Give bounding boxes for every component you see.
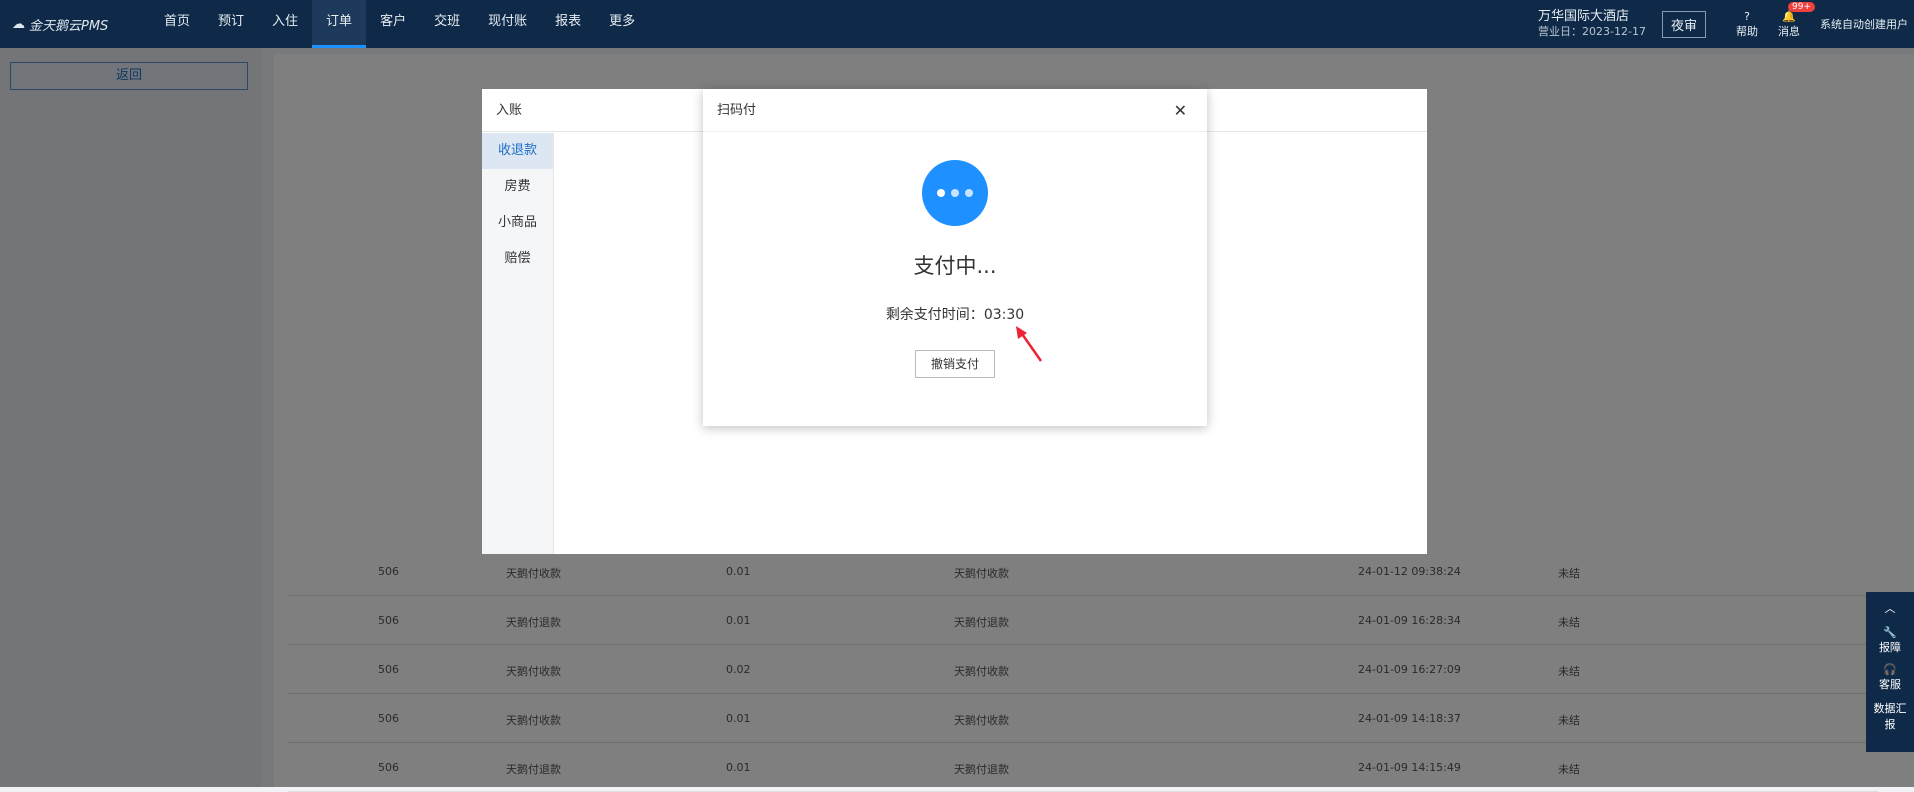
main-nav: 首页 预订 入住 订单 客户 交班 现付账 报表 更多 xyxy=(150,0,649,48)
top-right: 万华国际大酒店 营业日：2023-12-17 夜审 ? 帮助 🔔 99+ 消息 系统自… xyxy=(1538,0,1914,48)
nav-customers[interactable]: 客户 xyxy=(366,0,420,48)
nav-more[interactable]: 更多 xyxy=(595,0,649,48)
wrench-icon: 🔧 xyxy=(1883,626,1897,639)
payment-status: 支付中... xyxy=(913,254,997,278)
help-icon: ? xyxy=(1744,9,1750,23)
nav-shift[interactable]: 交班 xyxy=(420,0,474,48)
posting-side-menu: 收退款 房费 小商品 赔偿 xyxy=(482,133,554,554)
menu-small-goods[interactable]: 小商品 xyxy=(482,205,553,241)
logo-text: 金天鹅云PMS xyxy=(29,18,109,34)
remaining-time-label: 剩余支付时间： xyxy=(885,307,984,323)
floating-side-toolbar: ︿ 🔧 报障 🎧 客服 数据汇报 xyxy=(1866,592,1914,752)
chevron-up-icon[interactable]: ︿ xyxy=(1866,592,1914,616)
messages-label: 消息 xyxy=(1778,24,1800,38)
side-report-issue[interactable]: 🔧 报障 xyxy=(1866,616,1914,655)
nav-orders[interactable]: 订单 xyxy=(312,0,367,48)
user-menu[interactable]: 系统自动创建用户 xyxy=(1820,16,1908,32)
nav-booking[interactable]: 预订 xyxy=(204,0,258,48)
customer-service-label: 客服 xyxy=(1879,678,1901,691)
hotel-selector[interactable]: 万华国际大酒店 营业日：2023-12-17 xyxy=(1538,9,1646,39)
hotel-name: 万华国际大酒店 xyxy=(1538,9,1630,24)
menu-room-fee[interactable]: 房费 xyxy=(482,169,553,205)
remaining-time-value: 03:30 xyxy=(983,307,1025,323)
side-customer-service[interactable]: 🎧 客服 xyxy=(1866,655,1914,692)
menu-payment-refund[interactable]: 收退款 xyxy=(482,133,553,169)
nav-home[interactable]: 首页 xyxy=(150,0,204,48)
report-issue-label: 报障 xyxy=(1879,641,1901,654)
side-data-report[interactable]: 数据汇报 xyxy=(1866,692,1914,732)
messages-button[interactable]: 🔔 99+ 消息 xyxy=(1778,1,1815,39)
help-label: 帮助 xyxy=(1736,24,1758,38)
scan-pay-dialog: 扫码付 ✕ 支付中... 剩余支付时间：03:30 撤销支付 xyxy=(703,89,1207,426)
scan-pay-title: 扫码付 xyxy=(703,89,1207,132)
cancel-payment-button[interactable]: 撤销支付 xyxy=(915,350,995,378)
logo: ☁ 金天鹅云PMS xyxy=(0,15,150,34)
nav-checkin[interactable]: 入住 xyxy=(258,0,312,48)
message-badge: 99+ xyxy=(1788,1,1815,12)
help-button[interactable]: ? 帮助 xyxy=(1736,10,1758,39)
headset-icon: 🎧 xyxy=(1883,663,1897,676)
red-arrow-icon xyxy=(1016,326,1043,362)
top-navbar: ☁ 金天鹅云PMS 首页 预订 入住 订单 客户 交班 现付账 报表 更多 万华国… xyxy=(0,0,1914,48)
nav-cash-account[interactable]: 现付账 xyxy=(474,0,541,48)
menu-compensation[interactable]: 赔偿 xyxy=(482,241,553,277)
night-audit-button[interactable]: 夜审 xyxy=(1661,10,1706,38)
close-icon[interactable]: ✕ xyxy=(1174,101,1187,120)
remaining-time: 剩余支付时间：03:30 xyxy=(703,304,1207,324)
nav-reports[interactable]: 报表 xyxy=(541,0,595,48)
cloud-icon: ☁ xyxy=(12,16,25,32)
scan-pay-body: 支付中... 剩余支付时间：03:30 撤销支付 xyxy=(703,160,1207,378)
business-date: 营业日：2023-12-17 xyxy=(1538,25,1646,38)
loading-icon xyxy=(922,160,988,226)
